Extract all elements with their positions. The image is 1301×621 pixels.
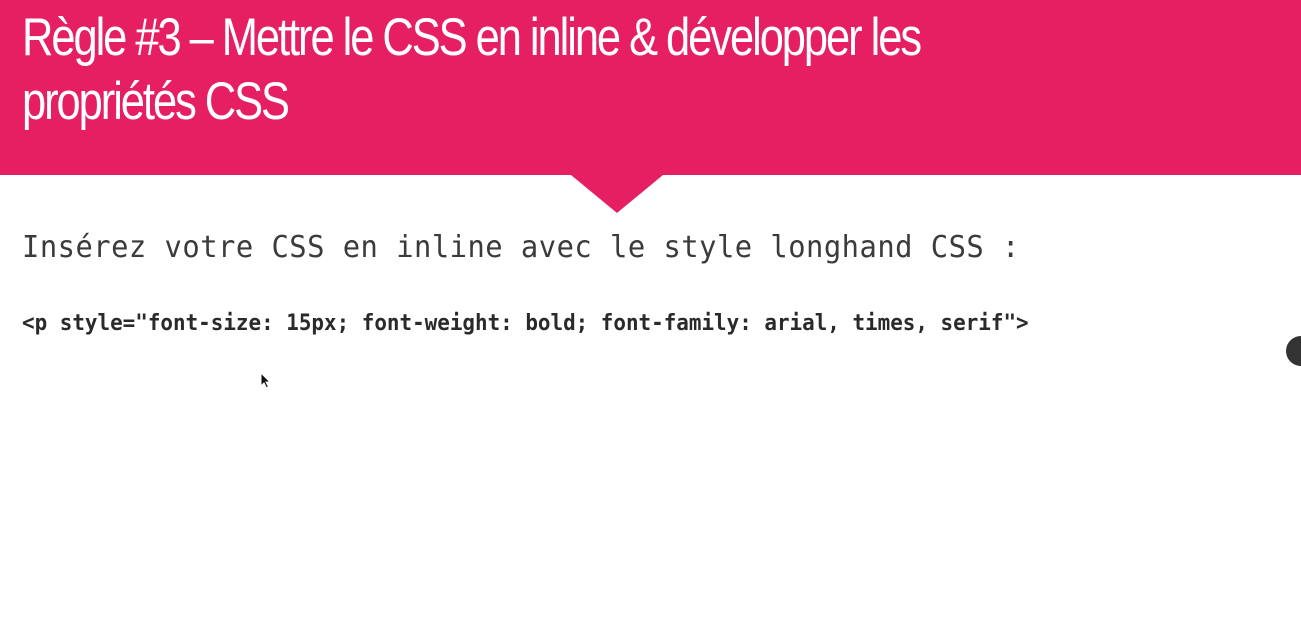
slide: Règle #3 – Mettre le CSS en inline & dév… — [0, 0, 1301, 621]
mouse-pointer-icon — [260, 372, 272, 389]
circle-handle-icon[interactable] — [1286, 336, 1301, 366]
code-sample: <p style="font-size: 15px; font-weight: … — [22, 311, 1029, 336]
intro-text: Insérez votre CSS en inline avec le styl… — [22, 230, 1020, 265]
header-pointer-arrow — [571, 175, 663, 213]
slide-header: Règle #3 – Mettre le CSS en inline & dév… — [0, 0, 1301, 175]
slide-title: Règle #3 – Mettre le CSS en inline & dév… — [22, 8, 922, 131]
